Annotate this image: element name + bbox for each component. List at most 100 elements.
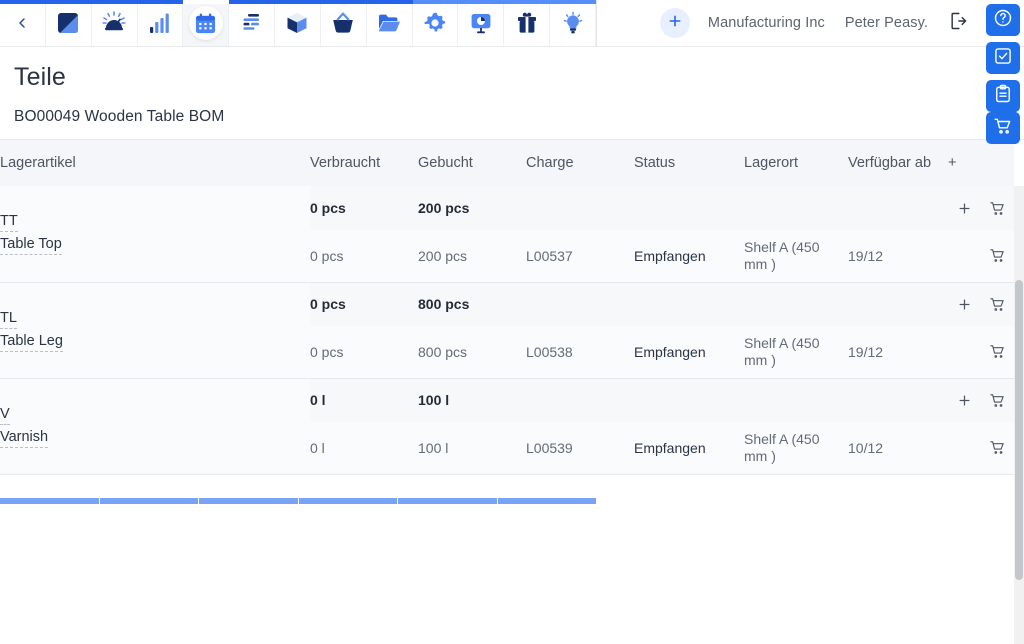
table-row-summary: TL Table Leg 0 pcs 800 pcs — [0, 281, 1014, 379]
item-code-link[interactable]: TL — [0, 309, 17, 329]
question-circle-icon — [993, 8, 1013, 33]
detail-batch: L00537 — [526, 230, 634, 283]
summary-status — [634, 377, 744, 422]
row-cart-button[interactable] — [980, 186, 1014, 230]
detail-spacer — [948, 230, 980, 283]
detail-used: 0 pcs — [310, 326, 418, 379]
lightbulb-icon — [561, 11, 585, 35]
nav-accent-stripe — [0, 0, 596, 4]
summary-used: 0 pcs — [310, 186, 418, 230]
item-code-link[interactable]: TT — [0, 212, 18, 233]
gift-icon — [515, 11, 539, 35]
summary-batch — [526, 377, 634, 422]
row-cart-button[interactable] — [980, 377, 1014, 422]
nav-item-planning[interactable] — [183, 0, 230, 46]
logout-button[interactable] — [948, 11, 968, 36]
vertical-scrollbar[interactable] — [1014, 186, 1024, 644]
tasks-button[interactable] — [986, 42, 1020, 74]
help-button[interactable] — [986, 4, 1020, 36]
basket-icon — [331, 11, 355, 35]
row-cart-button[interactable] — [980, 281, 1014, 326]
detail-cart-button[interactable] — [980, 230, 1014, 283]
column-header-status[interactable]: Status — [634, 140, 744, 186]
detail-booked: 200 pcs — [418, 230, 526, 283]
gauge-icon — [101, 10, 127, 36]
detail-status: Empfangen — [634, 230, 744, 283]
item-cell: TL Table Leg — [0, 282, 310, 379]
add-column-button[interactable]: + — [948, 140, 980, 186]
organization-name[interactable]: Manufacturing Inc — [708, 15, 825, 31]
nav-item-analytics[interactable] — [458, 0, 505, 46]
item-code-link[interactable]: V — [0, 405, 10, 425]
table-body: TT Table Top 0 pcs 200 pcs 0 pcs 200 pcs L0053… — [0, 186, 1014, 475]
nav-item-inventory[interactable] — [275, 0, 321, 46]
clipboard-button[interactable] — [986, 80, 1020, 112]
column-header-batch[interactable]: Charge — [526, 140, 634, 186]
detail-available: 19/12 — [848, 230, 948, 283]
nav-icon-group — [0, 0, 597, 46]
right-action-rail — [986, 4, 1020, 112]
nav-item-purchasing[interactable] — [321, 0, 367, 46]
summary-available — [848, 377, 948, 422]
nav-item-dashboard[interactable] — [46, 0, 92, 46]
table-row-summary: V Varnish 0 l 100 l — [0, 377, 1014, 475]
detail-cart-button[interactable] — [980, 326, 1014, 379]
cart-icon — [980, 200, 1014, 217]
gear-icon — [423, 11, 447, 35]
detail-status: Empfangen — [634, 326, 744, 379]
column-header-cart — [980, 140, 1014, 186]
detail-available: 10/12 — [848, 422, 948, 475]
summary-used: 0 pcs — [310, 281, 418, 326]
summary-location — [744, 377, 848, 422]
dashboard-square-icon — [56, 11, 80, 35]
parts-table-container: Lagerartikel Verbraucht Gebucht Charge S… — [0, 139, 1024, 644]
add-button[interactable] — [659, 8, 690, 38]
detail-cart-button[interactable] — [980, 422, 1014, 475]
item-name-link[interactable]: Table Top — [0, 235, 62, 256]
nav-item-ideas[interactable] — [550, 0, 596, 46]
parts-table: Lagerartikel Verbraucht Gebucht Charge S… — [0, 140, 1014, 475]
plus-icon — [948, 393, 980, 408]
nav-item-whats-new[interactable] — [504, 0, 551, 46]
detail-used: 0 pcs — [310, 230, 418, 283]
bar-chart-icon — [148, 11, 172, 35]
column-header-item[interactable]: Lagerartikel — [0, 140, 310, 186]
column-header-booked[interactable]: Gebucht — [418, 140, 526, 186]
detail-location: Shelf A (450 mm ) — [744, 326, 848, 379]
nav-back-button[interactable] — [0, 0, 46, 46]
calendar-icon — [188, 6, 223, 40]
summary-booked: 100 l — [418, 377, 526, 422]
column-header-location[interactable]: Lagerort — [744, 140, 848, 186]
item-name-link[interactable]: Table Leg — [0, 332, 63, 352]
nav-item-settings[interactable] — [413, 0, 459, 46]
add-row-button[interactable] — [948, 377, 980, 422]
detail-used: 0 l — [310, 422, 418, 475]
item-name-link[interactable]: Varnish — [0, 428, 49, 448]
user-name[interactable]: Peter Peasy. — [845, 15, 928, 31]
detail-location: Shelf A (450 mm ) — [744, 422, 848, 475]
detail-available: 19/12 — [848, 326, 948, 379]
add-row-button[interactable] — [948, 281, 980, 326]
page-subtitle: BO00049 Wooden Table BOM — [14, 108, 225, 125]
top-navigation-bar: Manufacturing Inc Peter Peasy. — [0, 0, 1024, 47]
cart-icon — [980, 247, 1014, 264]
nav-item-monitor[interactable] — [92, 0, 138, 46]
summary-booked: 800 pcs — [418, 281, 526, 326]
column-header-available[interactable]: Verfügbar ab — [848, 140, 948, 186]
summary-batch — [526, 186, 634, 230]
table-row-summary: TT Table Top 0 pcs 200 pcs — [0, 186, 1014, 283]
detail-batch: L00538 — [526, 326, 634, 379]
table-header: Lagerartikel Verbraucht Gebucht Charge S… — [0, 140, 1014, 186]
scrollbar-thumb[interactable] — [1015, 280, 1023, 580]
nav-item-orders[interactable] — [229, 0, 276, 46]
page-title: Teile — [14, 63, 66, 91]
logout-icon — [948, 11, 968, 36]
summary-location — [744, 186, 848, 230]
cart-icon — [980, 439, 1014, 456]
nav-item-reports[interactable] — [138, 0, 184, 46]
item-cell: TT Table Top — [0, 186, 310, 283]
cart-button[interactable] — [986, 112, 1020, 144]
nav-item-documents[interactable] — [367, 0, 413, 46]
add-row-button[interactable] — [948, 186, 980, 230]
column-header-used[interactable]: Verbraucht — [310, 140, 418, 186]
